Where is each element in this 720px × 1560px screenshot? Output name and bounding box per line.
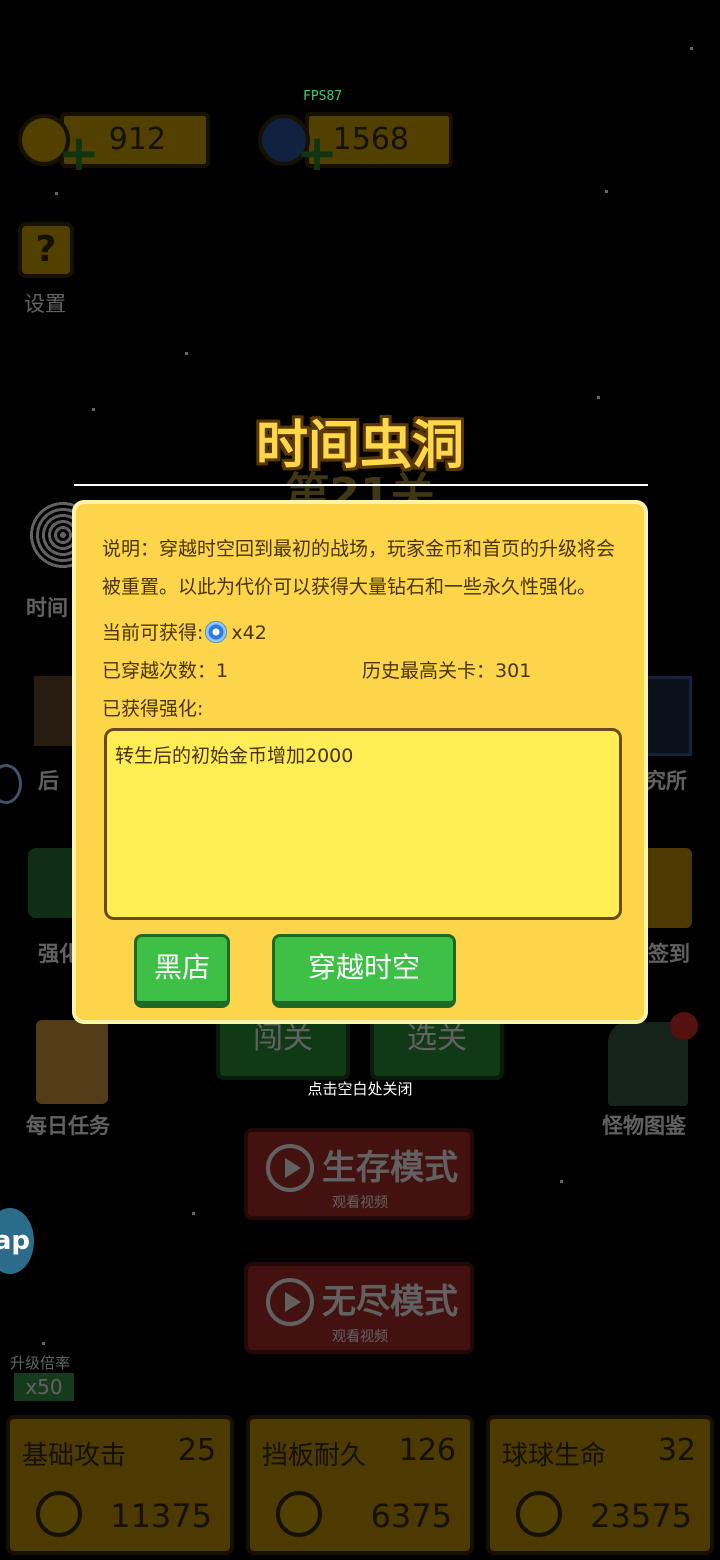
best-stage-value: 301 <box>495 660 532 682</box>
upgrade-level: 126 <box>398 1433 456 1468</box>
upgrade-name: 挡板耐久 <box>262 1441 367 1471</box>
gem-value: 1568 <box>332 122 409 157</box>
coin-icon <box>276 1491 322 1537</box>
close-hint[interactable]: 点击空白处关闭 <box>0 1078 720 1099</box>
add-gem-icon[interactable]: + <box>296 128 338 178</box>
upgrade-name: 基础攻击 <box>22 1441 127 1471</box>
dialog-description: 说明：穿越时空回到最初的战场，玩家金币和首页的升级将会被重置。以此为代价可以获得… <box>102 538 616 598</box>
fps-counter: FPS87 <box>303 89 343 104</box>
obtain-row: 当前可获得: x42 <box>102 618 267 645</box>
coin-icon <box>36 1491 82 1537</box>
endless-sub: 观看视频 <box>332 1329 388 1345</box>
upgrade-level: 32 <box>657 1433 696 1468</box>
upgrade-level: 25 <box>177 1433 216 1468</box>
side-label-monster-book: 怪物图鉴 <box>602 1114 686 1138</box>
buff-item: 转生后的初始金币增加2000 <box>115 745 354 767</box>
side-label-daily-task: 每日任务 <box>26 1114 110 1138</box>
best-stage-row: 历史最高关卡：301 <box>362 656 531 683</box>
endless-mode-button[interactable]: 无尽模式 观看视频 <box>244 1262 474 1354</box>
upgrade-cost: 6375 <box>370 1497 452 1535</box>
multiplier-label: 升级倍率 <box>10 1354 71 1372</box>
time-travel-button[interactable]: 穿越时空 <box>272 934 456 1008</box>
settings-button[interactable]: ? <box>18 222 74 278</box>
upgrade-cost: 23575 <box>590 1497 692 1535</box>
add-gold-icon[interactable]: + <box>58 128 100 178</box>
dialog-title: 时间虫洞 <box>255 416 464 476</box>
upgrade-card-attack[interactable]: 基础攻击 25 11375 <box>6 1415 234 1555</box>
survival-sub: 观看视频 <box>332 1195 388 1211</box>
travel-count-row: 已穿越次数：1 <box>102 656 228 683</box>
gold-value: 912 <box>108 122 166 157</box>
upgrade-card-ball-life[interactable]: 球球生命 32 23575 <box>486 1415 714 1555</box>
survival-mode-button[interactable]: 生存模式 观看视频 <box>244 1128 474 1220</box>
diamond-icon <box>205 621 228 643</box>
best-stage-label: 历史最高关卡： <box>362 660 496 682</box>
upgrade-name: 球球生命 <box>502 1441 607 1471</box>
upgrade-card-paddle[interactable]: 挡板耐久 126 6375 <box>246 1415 474 1555</box>
notification-dot <box>670 1012 698 1040</box>
settings-label: 设置 <box>24 292 66 316</box>
obtain-label: 当前可获得: <box>102 622 204 644</box>
play-icon <box>266 1144 314 1192</box>
travel-count-value: 1 <box>216 660 229 682</box>
buffs-label: 已获得强化: <box>102 698 204 720</box>
play-icon <box>266 1278 314 1326</box>
endless-title: 无尽模式 <box>322 1282 458 1322</box>
side-label-checkin: 签到 <box>648 942 690 966</box>
coin-icon <box>516 1491 562 1537</box>
side-label-rebirth: 后 <box>38 769 59 793</box>
survival-title: 生存模式 <box>322 1148 458 1188</box>
side-label-time: 时间 <box>26 596 68 620</box>
black-shop-button[interactable]: 黑店 <box>134 934 230 1008</box>
buffs-list: 转生后的初始金币增加2000 <box>104 728 622 920</box>
obtain-value: x42 <box>231 622 267 644</box>
upgrade-cost: 11375 <box>110 1497 212 1535</box>
title-divider <box>74 484 648 486</box>
multiplier-button[interactable]: x50 <box>14 1373 74 1401</box>
wormhole-dialog: 说明：穿越时空回到最初的战场，玩家金币和首页的升级将会被重置。以此为代价可以获得… <box>72 500 648 1024</box>
travel-count-label: 已穿越次数： <box>102 660 217 682</box>
side-label-research: 究所 <box>645 769 687 793</box>
